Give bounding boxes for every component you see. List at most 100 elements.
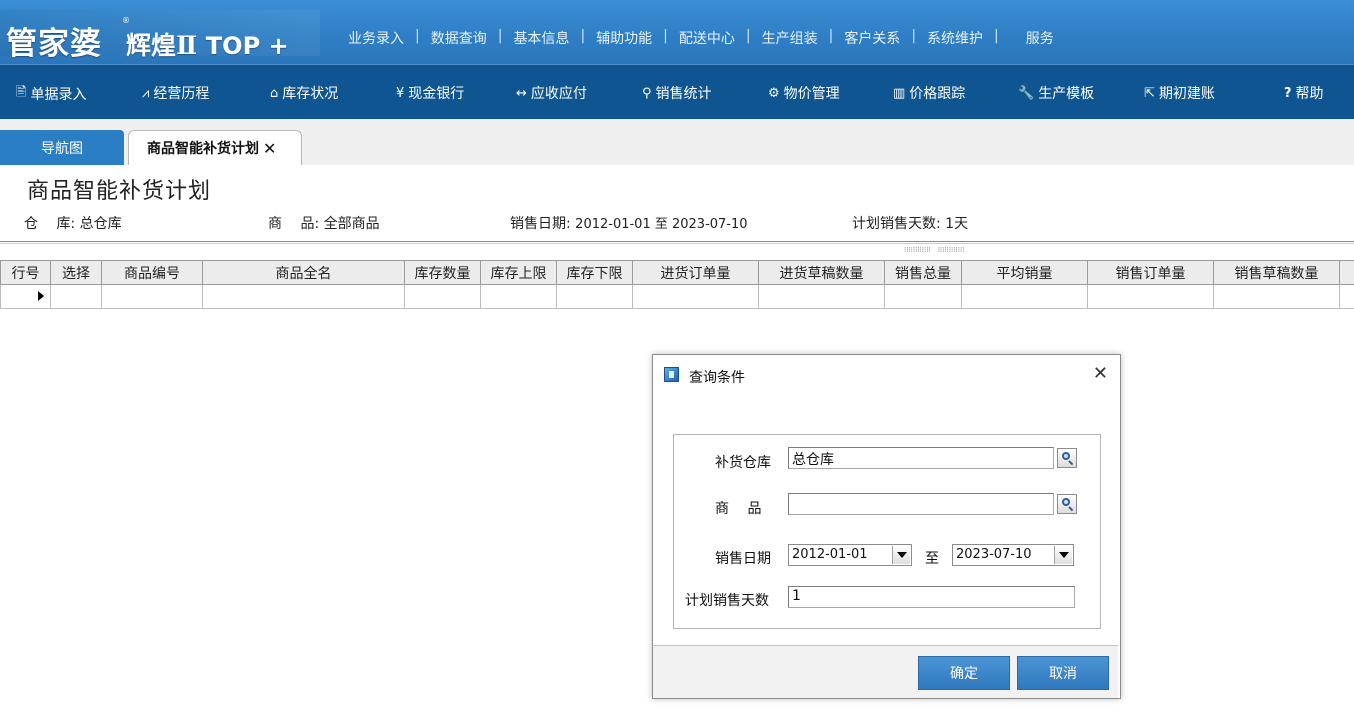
- column-header-purchase-order-qty[interactable]: 进货订单量: [632, 260, 759, 285]
- title-bar: 管家婆 ® 辉煌Ⅱ TOP + 业务录入 | 数据查询 | 基本信息 | 辅助功…: [0, 0, 1354, 64]
- page-title: 商品智能补货计划: [27, 179, 212, 204]
- grid-cell[interactable]: [758, 284, 885, 309]
- top-menu-item-distribution[interactable]: 配送中心: [669, 28, 745, 48]
- toolbar-price-management[interactable]: ⚙ 物价管理: [768, 83, 840, 103]
- grid-cell[interactable]: [202, 284, 405, 309]
- product-lookup-button[interactable]: [1057, 494, 1077, 514]
- filter-label: 商 品:: [268, 216, 320, 232]
- filter-label: 仓 库:: [24, 216, 76, 232]
- logo-main-text: 管家婆: [6, 26, 102, 62]
- column-header-sales-order-qty[interactable]: 销售订单量: [1087, 260, 1214, 285]
- plan-days-label: 计划销售天数: [685, 593, 769, 609]
- toolbar-operation-history[interactable]: ⩘ 经营历程: [142, 83, 209, 103]
- toolbar-label: 销售统计: [655, 86, 712, 102]
- logo-edition: 辉煌Ⅱ: [126, 31, 198, 60]
- top-menu-item-service[interactable]: 服务: [1000, 28, 1064, 48]
- grid-cell[interactable]: [632, 284, 759, 309]
- gear-icon: ⚙: [768, 85, 780, 101]
- plan-days-input[interactable]: 1: [788, 586, 1075, 608]
- toolbar-label: 单据录入: [30, 87, 87, 103]
- toolbar-inventory-status[interactable]: ⌂ 库存状况: [270, 83, 338, 103]
- main-toolbar: 🖹 单据录入 ⩘ 经营历程 ⌂ 库存状况 ¥ 现金银行 ↔ 应收应付 ⚲ 销售统…: [0, 64, 1354, 120]
- close-icon[interactable]: ✕: [1093, 363, 1108, 384]
- top-menu-item-production[interactable]: 生产组装: [752, 28, 828, 48]
- column-header-product-name[interactable]: 商品全名: [202, 260, 405, 285]
- grid-cell: [1339, 284, 1354, 309]
- column-header-sales-total[interactable]: 销售总量: [884, 260, 962, 285]
- menu-separator: |: [663, 28, 668, 44]
- toolbar-price-tracking[interactable]: ▥ 价格跟踪: [893, 83, 965, 103]
- toolbar-label: 生产模板: [1038, 86, 1095, 102]
- query-conditions-dialog: 查询条件 ✕ 补货仓库 总仓库 商 品 销售日期 2012-01-01 至 20…: [652, 354, 1121, 699]
- column-header-purchase-draft-qty[interactable]: 进货草稿数量: [758, 260, 885, 285]
- filter-label: 计划销售天数:: [852, 216, 941, 232]
- column-header-sales-draft-qty[interactable]: 销售草稿数量: [1213, 260, 1340, 285]
- column-header-stock-min[interactable]: 库存下限: [556, 260, 633, 285]
- cancel-button[interactable]: 取消: [1017, 656, 1109, 690]
- grid-cell[interactable]: [50, 284, 102, 309]
- search-icon: ⚲: [642, 85, 652, 101]
- toolbar-sales-statistics[interactable]: ⚲ 销售统计: [642, 83, 712, 103]
- grid-cell[interactable]: [961, 284, 1088, 309]
- close-icon[interactable]: ✕: [263, 139, 276, 158]
- warehouse-input[interactable]: 总仓库: [788, 447, 1054, 469]
- logo-top: TOP +: [205, 32, 289, 60]
- menu-separator: |: [828, 28, 834, 44]
- chevron-down-icon[interactable]: [892, 546, 910, 564]
- app-logo: 管家婆 ® 辉煌Ⅱ TOP +: [0, 10, 320, 62]
- toolbar-opening-accounts[interactable]: ⇱ 期初建账: [1144, 83, 1215, 103]
- yen-icon: ¥: [396, 85, 405, 101]
- column-header-filler: [1339, 260, 1354, 285]
- toolbar-help[interactable]: ? 帮助: [1284, 83, 1324, 103]
- grid-cell[interactable]: [884, 284, 962, 309]
- menu-separator: |: [415, 28, 420, 44]
- toolbar-cash-bank[interactable]: ¥ 现金银行: [396, 83, 464, 103]
- grid-cell[interactable]: [404, 284, 481, 309]
- table-row[interactable]: [0, 284, 1354, 309]
- date-from-select[interactable]: 2012-01-01: [788, 544, 912, 566]
- tab-smart-replenishment[interactable]: 商品智能补货计划 ✕: [128, 130, 302, 165]
- help-icon: ?: [1284, 85, 1292, 101]
- top-menu-item-crm[interactable]: 客户关系: [834, 28, 910, 48]
- ok-button[interactable]: 确定: [918, 656, 1010, 690]
- menu-separator: |: [497, 28, 503, 44]
- dialog-app-icon: [664, 367, 679, 382]
- column-header-stock-qty[interactable]: 库存数量: [404, 260, 481, 285]
- column-header-select[interactable]: 选择: [50, 260, 102, 285]
- product-input[interactable]: [788, 493, 1054, 515]
- toolbar-document-entry[interactable]: 🖹 单据录入: [16, 83, 86, 105]
- date-from-value: 2012-01-01: [792, 547, 868, 562]
- grid-cell[interactable]: [101, 284, 203, 309]
- column-header-stock-max[interactable]: 库存上限: [480, 260, 557, 285]
- tab-navigation-map[interactable]: 导航图: [0, 130, 124, 165]
- top-menu-item-business-entry[interactable]: 业务录入: [338, 28, 414, 48]
- menu-separator: |: [580, 28, 586, 44]
- top-menu-item-data-query[interactable]: 数据查询: [421, 28, 497, 48]
- top-menu-item-basic-info[interactable]: 基本信息: [503, 28, 579, 48]
- product-label: 商 品: [715, 501, 762, 517]
- column-header-row-number[interactable]: 行号: [0, 260, 51, 285]
- column-header-product-code[interactable]: 商品编号: [101, 260, 203, 285]
- search-icon: [1062, 452, 1070, 460]
- grid-cell[interactable]: [480, 284, 557, 309]
- home-icon: ⌂: [270, 85, 279, 101]
- dialog-title: 查询条件: [689, 370, 745, 386]
- row-indicator[interactable]: [0, 284, 51, 309]
- toolbar-production-template[interactable]: 🔧 生产模板: [1018, 83, 1094, 103]
- grid-cell[interactable]: [1087, 284, 1214, 309]
- replenishment-grid: 行号 选择 商品编号 商品全名 库存数量 库存上限 库存下限 进货订单量 进货草…: [0, 260, 1354, 309]
- toolbar-receivable-payable[interactable]: ↔ 应收应付: [516, 83, 587, 103]
- date-to-select[interactable]: 2023-07-10: [952, 544, 1074, 566]
- splitter-grip[interactable]: ⁞⁞⁞⁞⁞⁞⁞⁞⁞⁞⁞⁞ ⁞⁞⁞⁞⁞⁞⁞⁞⁞⁞⁞⁞: [904, 245, 964, 255]
- column-header-avg-sales[interactable]: 平均销量: [961, 260, 1088, 285]
- sales-date-label: 销售日期: [715, 551, 771, 567]
- top-menu-item-system[interactable]: 系统维护: [917, 28, 993, 48]
- filter-value: 1天: [945, 216, 969, 232]
- grid-cell[interactable]: [556, 284, 633, 309]
- top-menu-item-auxiliary[interactable]: 辅助功能: [586, 28, 662, 48]
- warehouse-lookup-button[interactable]: [1057, 448, 1077, 468]
- wrench-icon: 🔧: [1018, 85, 1035, 101]
- chevron-down-icon[interactable]: [1054, 546, 1072, 564]
- grid-cell[interactable]: [1213, 284, 1340, 309]
- toolbar-label: 帮助: [1295, 86, 1324, 102]
